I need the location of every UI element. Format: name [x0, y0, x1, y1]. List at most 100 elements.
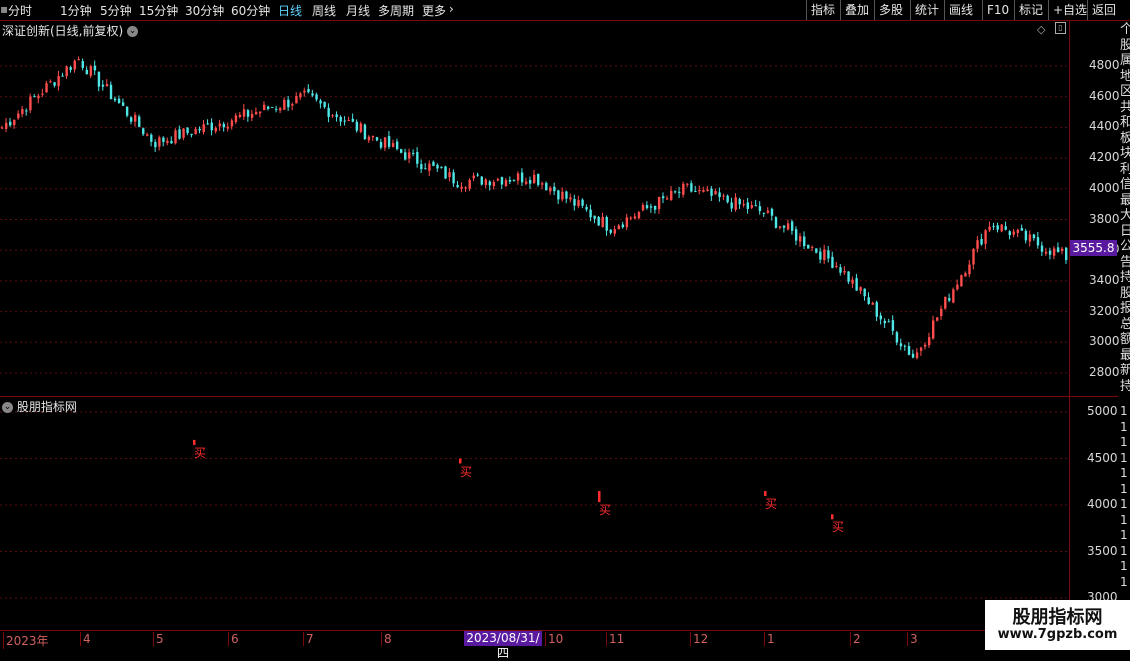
candlestick-chart[interactable]	[0, 20, 1070, 396]
candle-body	[408, 152, 411, 159]
info-digit: 1	[1120, 481, 1128, 496]
candle-body	[661, 196, 665, 199]
candle-body	[404, 152, 407, 160]
chevron-down-icon[interactable]: ⌄	[2, 402, 13, 413]
candle-body	[726, 195, 729, 203]
info-char: 块	[1120, 146, 1130, 161]
candle-body	[915, 352, 919, 359]
candle-body	[391, 143, 395, 147]
candle-body	[234, 115, 238, 122]
candle-body	[867, 297, 870, 304]
candle-body	[714, 190, 717, 195]
period-tab-6[interactable]: 日线	[278, 2, 302, 19]
period-tab-5[interactable]: 60分钟	[231, 2, 270, 19]
toolbar-button-7[interactable]: +自选	[1048, 0, 1091, 20]
candle-body	[545, 182, 548, 190]
candle-body	[484, 179, 488, 185]
period-tab-3[interactable]: 15分钟	[139, 2, 178, 19]
period-tab-7[interactable]: 周线	[312, 2, 336, 19]
candle-body	[686, 183, 689, 185]
candle-body	[750, 205, 754, 208]
candle-body	[1056, 247, 1060, 253]
toolbar-button-5[interactable]: F10	[982, 0, 1013, 20]
candle-body	[271, 106, 274, 108]
candle-body	[13, 119, 16, 126]
candle-body	[972, 249, 975, 265]
info-digit: 1	[1120, 543, 1128, 558]
toolbar-button-1[interactable]: 叠加	[840, 0, 873, 20]
diamond-icon[interactable]: ◇	[1037, 23, 1045, 36]
buy-signal-label: 买	[765, 497, 778, 512]
indicator-chart[interactable]	[0, 396, 1070, 630]
period-tab-9[interactable]: 多周期	[378, 2, 414, 19]
candle-body	[1, 127, 4, 129]
candle-body	[311, 93, 314, 96]
toolbar-button-6[interactable]: 标记	[1014, 0, 1047, 20]
period-tab-4[interactable]: 30分钟	[185, 2, 224, 19]
candle-body	[246, 110, 250, 117]
candle-body	[879, 315, 883, 320]
period-tab-10[interactable]: 更多	[422, 2, 446, 19]
candle-body	[936, 317, 939, 321]
candle-body	[41, 93, 44, 95]
watermark-title: 股朋指标网	[1012, 607, 1103, 628]
candle-body	[351, 118, 355, 122]
candle-body	[206, 123, 209, 125]
toolbar-button-2[interactable]: 多股	[874, 0, 907, 20]
candle-body	[33, 96, 36, 98]
x-tick-label: 8	[381, 632, 392, 646]
chevron-down-icon[interactable]: ⌄	[127, 26, 139, 37]
candle-body	[9, 121, 12, 126]
candle-body	[1052, 248, 1056, 256]
candle-body	[460, 186, 463, 189]
menu-icon[interactable]: ▪	[0, 2, 8, 16]
candle-body	[73, 60, 76, 70]
period-tab-1[interactable]: 1分钟	[60, 2, 92, 19]
y-tick-label: 3400	[1089, 272, 1120, 287]
candle-body	[238, 114, 242, 118]
period-tab-8[interactable]: 月线	[346, 2, 370, 19]
period-toolbar: 分时 ▪ 1分钟 5分钟 15分钟 30分钟 60分钟 日线 周线 月线 多周期 更多 › 指标 叠加 多股统…	[0, 0, 1130, 21]
toolbar-button-3[interactable]: 统计	[910, 0, 943, 20]
candle-body	[134, 114, 137, 122]
candle-body	[339, 116, 342, 122]
candle-body	[911, 353, 915, 358]
candle-body	[794, 229, 798, 241]
candle-body	[561, 191, 564, 200]
period-tab-0[interactable]: 分时	[8, 2, 32, 19]
candle-body	[811, 246, 814, 248]
toolbar-button-4[interactable]: 画线	[944, 0, 977, 20]
candle-body	[847, 271, 850, 282]
candle-body	[202, 124, 205, 133]
toolbar-button-8[interactable]: 返回	[1087, 0, 1120, 20]
candle-body	[827, 250, 830, 259]
candle-body	[105, 84, 109, 87]
candle-body	[1065, 247, 1068, 261]
candle-body	[799, 236, 802, 242]
x-tick-label: 1	[764, 632, 775, 646]
info-digit: 1	[1120, 497, 1128, 511]
candle-body	[416, 152, 419, 164]
candle-body	[65, 66, 68, 77]
candle-body	[258, 111, 262, 114]
candle-body	[702, 190, 705, 192]
info-digit: 1	[1120, 466, 1128, 480]
candle-body	[706, 189, 709, 191]
chevron-right-icon[interactable]: ›	[449, 2, 454, 16]
candle-body	[976, 240, 979, 249]
info-char: 板	[1120, 130, 1130, 146]
candle-body	[387, 136, 391, 147]
candle-body	[464, 187, 467, 189]
indicator-title-text: 股朋指标网	[16, 400, 77, 414]
candle-body	[444, 166, 447, 179]
toolbar-button-0[interactable]: 指标	[806, 0, 839, 20]
candle-body	[158, 137, 161, 147]
candle-body	[109, 84, 113, 100]
x-tick-label: 2023年	[3, 632, 49, 649]
candle-body	[440, 166, 443, 168]
candle-body	[327, 107, 330, 117]
candle-body	[335, 114, 338, 118]
period-tab-2[interactable]: 5分钟	[100, 2, 132, 19]
candle-body	[129, 117, 133, 122]
window-toggle-icon[interactable]: ▯	[1055, 22, 1066, 34]
